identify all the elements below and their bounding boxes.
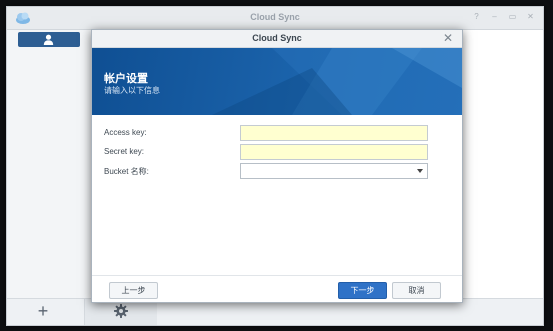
gear-icon	[114, 304, 128, 318]
app-title: Cloud Sync	[250, 12, 300, 22]
access-key-label: Access key:	[104, 128, 147, 137]
bucket-label: Bucket 名称:	[104, 167, 149, 176]
account-setup-dialog: Cloud Sync ✕ 帐户设置 请输入以下信息 Access key: Se…	[91, 29, 463, 303]
app-titlebar: Cloud Sync ? – ▭ ✕	[7, 7, 543, 30]
banner-subtitle: 请输入以下信息	[104, 86, 160, 95]
user-icon	[43, 34, 54, 45]
chevron-down-icon	[417, 169, 423, 173]
bucket-row: Bucket 名称:	[92, 163, 462, 179]
minimize-icon[interactable]: –	[490, 12, 499, 21]
sidebar-item-account[interactable]	[18, 32, 80, 47]
secret-key-label: Secret key:	[104, 147, 145, 156]
bucket-select[interactable]	[240, 163, 428, 179]
secret-key-input[interactable]	[240, 144, 428, 160]
maximize-icon[interactable]: ▭	[508, 12, 517, 21]
add-account-button[interactable]: +	[35, 302, 51, 320]
cancel-button[interactable]: 取消	[392, 282, 441, 299]
dialog-close-icon[interactable]: ✕	[443, 31, 453, 45]
access-key-row: Access key:	[92, 125, 462, 141]
dialog-banner: 帐户设置 请输入以下信息	[92, 48, 462, 115]
next-button[interactable]: 下一步	[338, 282, 387, 299]
window-controls: ? – ▭ ✕	[472, 12, 535, 21]
access-key-input[interactable]	[240, 125, 428, 141]
dialog-titlebar: Cloud Sync ✕	[92, 30, 462, 48]
sidebar	[7, 30, 92, 325]
close-icon[interactable]: ✕	[526, 12, 535, 21]
dialog-title: Cloud Sync	[252, 33, 302, 43]
help-icon[interactable]: ?	[472, 12, 481, 21]
previous-button[interactable]: 上一步	[109, 282, 158, 299]
dialog-footer: 上一步 下一步 取消	[92, 275, 462, 302]
banner-title: 帐户设置	[104, 73, 148, 85]
secret-key-row: Secret key:	[92, 144, 462, 160]
